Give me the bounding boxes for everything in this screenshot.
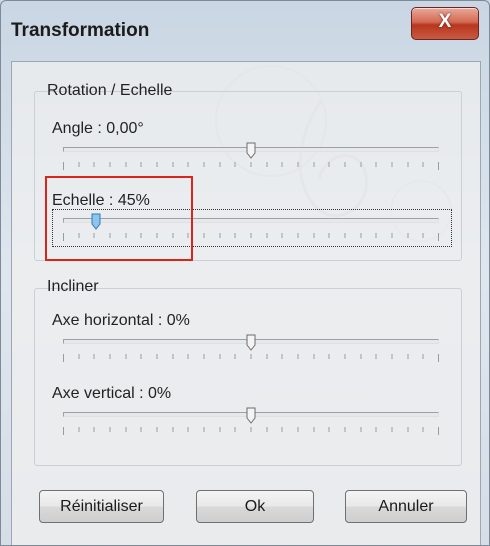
angle-label: Angle : 0,00° (52, 120, 144, 137)
slider-thumb-icon[interactable] (246, 142, 256, 159)
angle-slider[interactable] (52, 142, 442, 172)
incliner-group-label: Incliner (47, 278, 99, 295)
cancel-button[interactable]: Annuler (345, 490, 467, 523)
vertical-axis-slider[interactable] (52, 407, 442, 437)
close-button[interactable]: X (411, 7, 479, 40)
close-icon: X (438, 11, 452, 32)
angle-slider-ticks (63, 162, 439, 170)
scale-annotation-highlight (45, 176, 193, 261)
horizontal-axis-slider[interactable] (52, 334, 442, 364)
horizontal-axis-slider-ticks (63, 354, 439, 362)
window-title: Transformation (11, 20, 150, 41)
slider-thumb-icon[interactable] (246, 334, 256, 351)
vertical-axis-slider-ticks (63, 427, 439, 435)
rotation-scale-group-label: Rotation / Echelle (47, 82, 173, 99)
vertical-axis-label: Axe vertical : 0% (52, 385, 172, 402)
transformation-dialog: Transformation X Rotation / Echelle Angl… (0, 0, 490, 546)
slider-thumb-icon[interactable] (246, 407, 256, 424)
reset-button[interactable]: Réinitialiser (39, 490, 164, 523)
ok-button[interactable]: Ok (196, 490, 314, 523)
horizontal-axis-label: Axe horizontal : 0% (52, 312, 190, 329)
title-bar: Transformation X (1, 1, 489, 63)
dialog-client-area: Rotation / Echelle Angle : 0,00° Echelle… (11, 61, 481, 545)
